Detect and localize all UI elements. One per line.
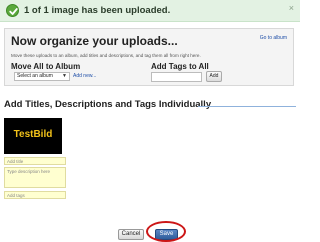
add-tags-to-all-label: Add Tags to All: [151, 62, 209, 71]
organize-subtitle: Move these uploads to an album, add titl…: [11, 53, 201, 58]
move-all-to-album-label: Move All to Album: [11, 62, 81, 71]
chevron-down-icon: ▼: [62, 73, 67, 79]
tags-to-all-input[interactable]: [151, 72, 202, 82]
upload-success-message: 1 of 1 image has been uploaded.: [24, 5, 171, 16]
section-divider: [198, 106, 296, 107]
save-button[interactable]: Save: [155, 229, 178, 240]
thumbnail-caption: TestBild: [13, 129, 53, 140]
add-new-album-link[interactable]: Add new...: [73, 73, 96, 79]
close-icon[interactable]: ×: [289, 3, 294, 13]
cancel-button[interactable]: Cancel: [118, 229, 144, 240]
album-select[interactable]: Select an album ▼: [14, 72, 70, 81]
organize-uploads-panel: Now organize your uploads... Go to album…: [4, 28, 294, 86]
add-tags-button[interactable]: Add: [206, 71, 222, 82]
image-title-field[interactable]: Add title: [4, 157, 66, 165]
image-thumbnail: TestBild: [4, 118, 62, 154]
album-select-value: Select an album: [17, 73, 53, 79]
image-tags-field[interactable]: Add tags: [4, 191, 66, 199]
organize-title: Now organize your uploads...: [11, 34, 178, 48]
upload-success-banner: 1 of 1 image has been uploaded. ×: [0, 0, 300, 22]
individual-section-heading: Add Titles, Descriptions and Tags Indivi…: [4, 99, 212, 110]
image-description-field[interactable]: Type description here: [4, 167, 66, 188]
go-to-album-link[interactable]: Go to album: [260, 35, 287, 41]
check-icon: [6, 4, 19, 17]
